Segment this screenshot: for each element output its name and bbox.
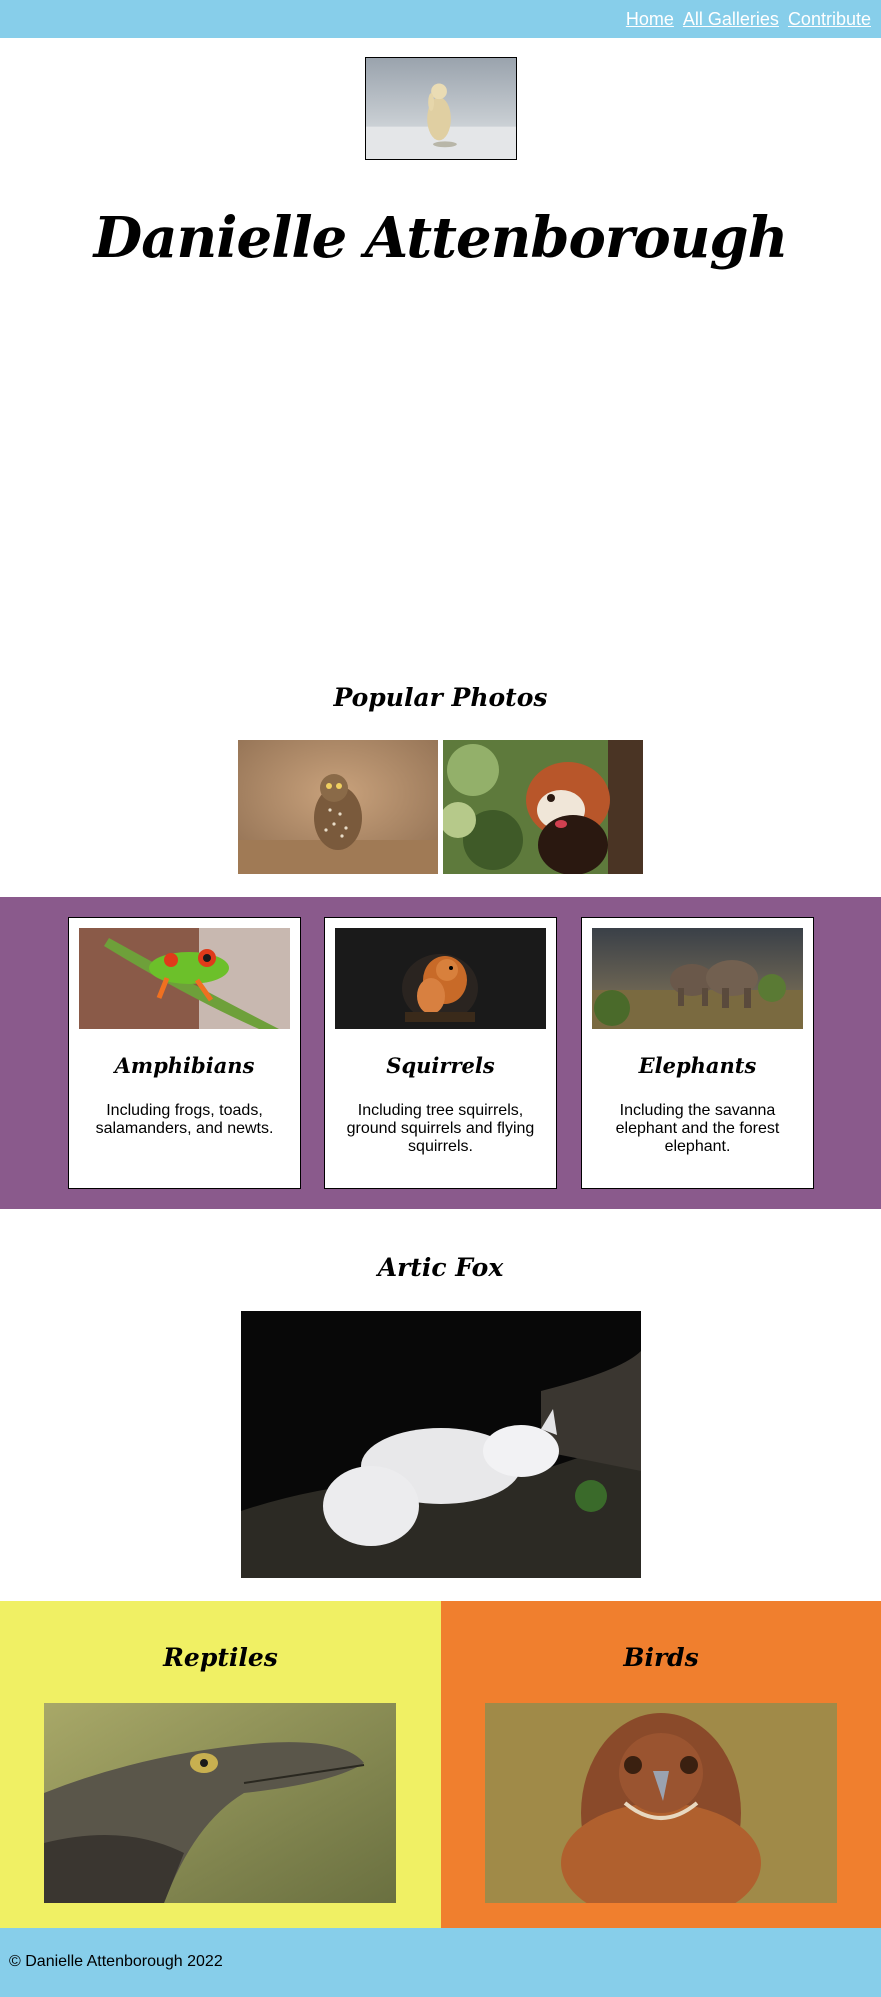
- hero-polar-bear-photo: [365, 57, 517, 160]
- birds-section: Birds: [441, 1601, 881, 1928]
- feature-arctic-fox-photo: [241, 1311, 641, 1578]
- reptiles-heading: Reptiles: [163, 1643, 278, 1672]
- feature-heading: Artic Fox: [377, 1253, 504, 1282]
- squirrels-squirrel-photo: [335, 928, 546, 1029]
- category-card-squirrels[interactable]: Squirrels Including tree squirrels, grou…: [324, 917, 557, 1189]
- popular-photos-heading: Popular Photos: [333, 683, 548, 712]
- birds-heading: Birds: [623, 1643, 699, 1672]
- top-nav-bar: Home All Galleries Contribute: [0, 0, 881, 38]
- footer-copyright: © Danielle Attenborough 2022: [9, 1953, 223, 1970]
- nav-link-home[interactable]: Home: [626, 9, 674, 29]
- category-description: Including frogs, toads, salamanders, and…: [95, 1102, 274, 1137]
- birds-hawk-photo[interactable]: [485, 1703, 837, 1903]
- site-title: Danielle Attenborough: [93, 205, 789, 271]
- category-description: Including tree squirrels, ground squirre…: [346, 1102, 535, 1155]
- reptiles-caiman-photo[interactable]: [44, 1703, 396, 1903]
- reptiles-section: Reptiles: [0, 1601, 441, 1928]
- popular-photo-red-panda[interactable]: [443, 740, 643, 874]
- amphibians-frog-photo: [79, 928, 290, 1029]
- site-footer: © Danielle Attenborough 2022: [0, 1928, 881, 1997]
- category-title: Amphibians: [114, 1053, 255, 1078]
- popular-photo-owl[interactable]: [238, 740, 438, 874]
- nav-link-contribute[interactable]: Contribute: [788, 9, 871, 29]
- category-description: Including the savanna elephant and the f…: [615, 1102, 780, 1155]
- main-nav: Home All Galleries Contribute: [622, 9, 871, 30]
- category-card-elephants[interactable]: Elephants Including the savanna elephant…: [581, 917, 814, 1189]
- nav-link-all-galleries[interactable]: All Galleries: [683, 9, 779, 29]
- category-card-amphibians[interactable]: Amphibians Including frogs, toads, salam…: [68, 917, 301, 1189]
- category-title: Elephants: [638, 1053, 757, 1078]
- elephants-elephant-photo: [592, 928, 803, 1029]
- category-title: Squirrels: [386, 1053, 495, 1078]
